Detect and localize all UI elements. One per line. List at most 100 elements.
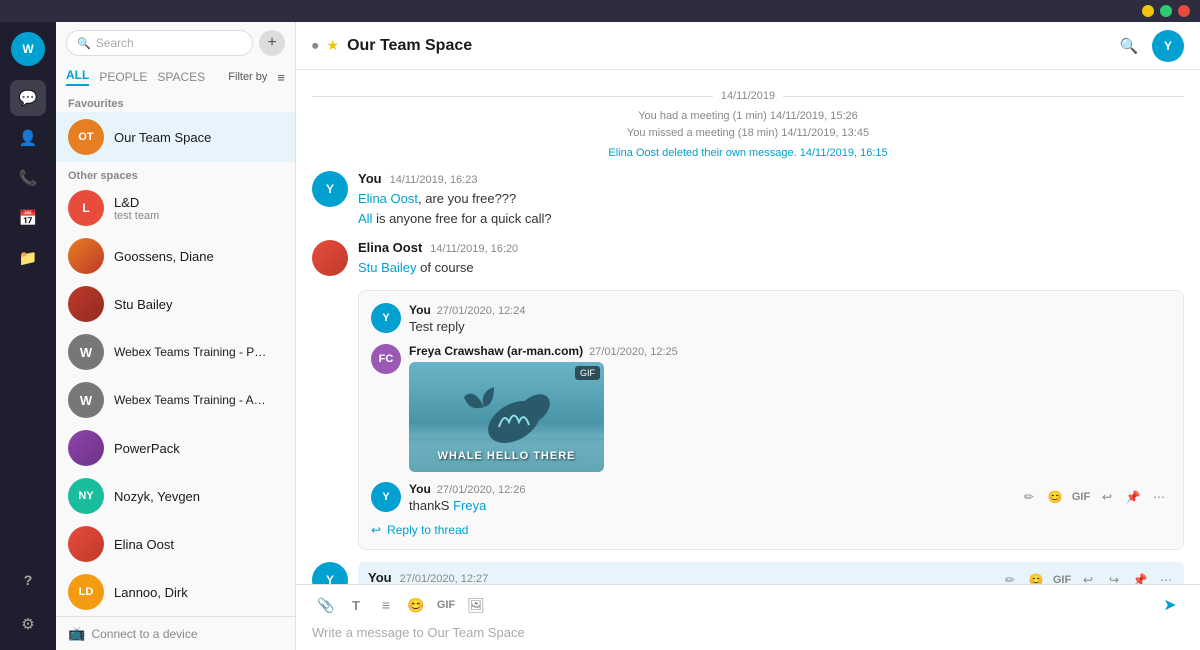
thread-text: Test reply <box>409 319 1171 334</box>
search-box[interactable]: 🔍 Search <box>66 30 253 56</box>
gif-icon[interactable]: GIF <box>1050 568 1074 585</box>
gif-react-icon[interactable]: GIF <box>1069 485 1093 509</box>
edit-icon[interactable]: ✏ <box>1017 485 1041 509</box>
space-name: Webex Teams Training - PM - 13/02/2020 <box>114 345 269 359</box>
thread-avatar: Y <box>371 482 401 512</box>
system-message-deleted: Elina Oost deleted their own message. 14… <box>312 144 1184 159</box>
msg-time: 14/11/2019, 16:20 <box>430 243 518 255</box>
msg-avatar <box>312 240 348 276</box>
more-icon[interactable]: ⋯ <box>1154 568 1178 585</box>
filter-icon[interactable]: ≡ <box>277 70 285 85</box>
recording-icon: ⏺ <box>312 38 319 54</box>
messaging-icon[interactable]: 💬 <box>10 80 46 116</box>
chat-main: ⏺ ★ Our Team Space 🔍 Y 14/11/2019 You ha… <box>296 22 1200 650</box>
msg-highlighted-box: You 27/01/2020, 12:27 All, just testing … <box>358 562 1184 585</box>
pin-icon[interactable]: 📌 <box>1121 485 1145 509</box>
space-name: Elina Oost <box>114 537 174 552</box>
space-name: Nozyk, Yevgen <box>114 489 200 504</box>
emoji-icon[interactable]: 😊 <box>1024 568 1048 585</box>
space-item-elina-oost-1[interactable]: Elina Oost <box>56 520 295 568</box>
emoji-react-icon[interactable]: 😊 <box>1043 485 1067 509</box>
other-spaces-label: Other spaces <box>56 162 295 184</box>
chat-input-area: 📎 T ≡ 😊 GIF 🖼 ➤ Write a message to Our T… <box>296 584 1200 650</box>
thread-text: thankS Freya <box>409 498 1009 513</box>
minimize-button[interactable] <box>1142 5 1154 17</box>
emoji-picker-icon[interactable]: 😊 <box>402 591 430 619</box>
text-format-icon[interactable]: T <box>342 591 370 619</box>
thread-sender: Freya Crawshaw (ar-man.com) <box>409 344 583 358</box>
edit-icon[interactable]: ✏ <box>998 568 1022 585</box>
reply-icon[interactable]: ↩ <box>1076 568 1100 585</box>
send-icon[interactable]: ➤ <box>1156 591 1184 619</box>
connect-device-icon: 📺 <box>68 625 85 642</box>
msg-time: 14/11/2019, 16:23 <box>390 174 478 186</box>
gif-text: WHALE HELLO THERE <box>409 450 604 462</box>
whale-gif-container: WHALE HELLO THERE GIF <box>409 362 604 472</box>
thread-avatar: FC <box>371 344 401 374</box>
space-item-powerpack[interactable]: PowerPack <box>56 424 295 472</box>
chat-title: Our Team Space <box>347 37 1106 55</box>
image-icon[interactable]: 🖼 <box>462 591 490 619</box>
message-input[interactable]: Write a message to Our Team Space <box>312 623 1184 642</box>
msg-text-line1: Elina Oost, are you free??? <box>358 189 1184 209</box>
thread-time: 27/01/2020, 12:26 <box>437 484 526 496</box>
system-message-meeting2: You missed a meeting (18 min) 14/11/2019… <box>312 127 1184 139</box>
thread-msg-you: Y You 27/01/2020, 12:24 Test reply <box>371 303 1171 334</box>
space-item-our-team-space[interactable]: OT Our Team Space <box>56 112 295 162</box>
header-user-avatar[interactable]: Y <box>1152 30 1184 62</box>
space-name: Stu Bailey <box>114 297 173 312</box>
gif-badge: GIF <box>575 366 600 380</box>
star-icon[interactable]: ★ <box>327 37 340 54</box>
maximize-button[interactable] <box>1160 5 1172 17</box>
add-space-button[interactable]: + <box>259 30 285 56</box>
filter-tab-all[interactable]: ALL <box>66 68 89 86</box>
favourites-label: Favourites <box>56 90 295 112</box>
forward-icon[interactable]: ↪ <box>1102 568 1126 585</box>
thread-time: 27/01/2020, 12:24 <box>437 305 526 317</box>
user-avatar[interactable]: W <box>11 32 45 66</box>
space-name: L&D <box>114 195 159 210</box>
msg-sender: Elina Oost <box>358 240 422 255</box>
settings-icon[interactable]: ⚙ <box>10 606 46 642</box>
message-you-last: Y You 27/01/2020, 12:27 All, just testin… <box>312 562 1184 585</box>
space-item-lannoo[interactable]: LD Lannoo, Dirk <box>56 568 295 616</box>
close-button[interactable] <box>1178 5 1190 17</box>
attach-icon[interactable]: 📎 <box>312 591 340 619</box>
filter-by-label[interactable]: Filter by <box>228 71 267 83</box>
more-icon[interactable]: ⋯ <box>1147 485 1171 509</box>
help-icon[interactable]: ? <box>10 562 46 598</box>
calls-icon[interactable]: 📞 <box>10 160 46 196</box>
reply-icon[interactable]: ↩ <box>1095 485 1119 509</box>
thread-sender: You <box>409 482 431 496</box>
msg-sender: You <box>368 570 392 585</box>
space-name: Goossens, Diane <box>114 249 214 264</box>
thread-sender: You <box>409 303 431 317</box>
icon-sidebar: W 💬 👤 📞 📅 📁 ? ⚙ <box>0 22 56 650</box>
meetings-icon[interactable]: 📅 <box>10 200 46 236</box>
thread-time: 27/01/2020, 12:25 <box>589 346 678 358</box>
space-item-webex-am[interactable]: W Webex Teams Training - AM - 13/02/2020 <box>56 376 295 424</box>
search-chat-button[interactable]: 🔍 <box>1114 31 1144 61</box>
contacts-icon[interactable]: 👤 <box>10 120 46 156</box>
thread-msg-thanks: Y You 27/01/2020, 12:26 thankS Freya ✏ 😊… <box>371 482 1171 513</box>
space-item-goossens[interactable]: Goossens, Diane <box>56 232 295 280</box>
space-item-nozyk[interactable]: NY Nozyk, Yevgen <box>56 472 295 520</box>
msg-avatar: Y <box>312 171 348 207</box>
pin-icon[interactable]: 📌 <box>1128 568 1152 585</box>
space-item-stu-bailey[interactable]: Stu Bailey <box>56 280 295 328</box>
list-icon[interactable]: ≡ <box>372 591 400 619</box>
reply-thread-button[interactable]: ↩ Reply to thread <box>371 517 1171 537</box>
files-icon[interactable]: 📁 <box>10 240 46 276</box>
gif-picker-icon[interactable]: GIF <box>432 591 460 619</box>
connect-device-button[interactable]: 📺 Connect to a device <box>56 616 295 650</box>
system-message-meeting1: You had a meeting (1 min) 14/11/2019, 15… <box>312 110 1184 122</box>
space-item-ld[interactable]: L L&D test team <box>56 184 295 232</box>
filter-tab-spaces[interactable]: SPACES <box>157 70 205 84</box>
space-item-webex-pm[interactable]: W Webex Teams Training - PM - 13/02/2020 <box>56 328 295 376</box>
filter-tab-people[interactable]: PEOPLE <box>99 70 147 84</box>
search-placeholder: Search <box>96 36 134 50</box>
msg-time: 27/01/2020, 12:27 <box>400 573 489 585</box>
space-name: Webex Teams Training - AM - 13/02/2020 <box>114 393 269 407</box>
thread-avatar: Y <box>371 303 401 333</box>
space-name: PowerPack <box>114 441 180 456</box>
